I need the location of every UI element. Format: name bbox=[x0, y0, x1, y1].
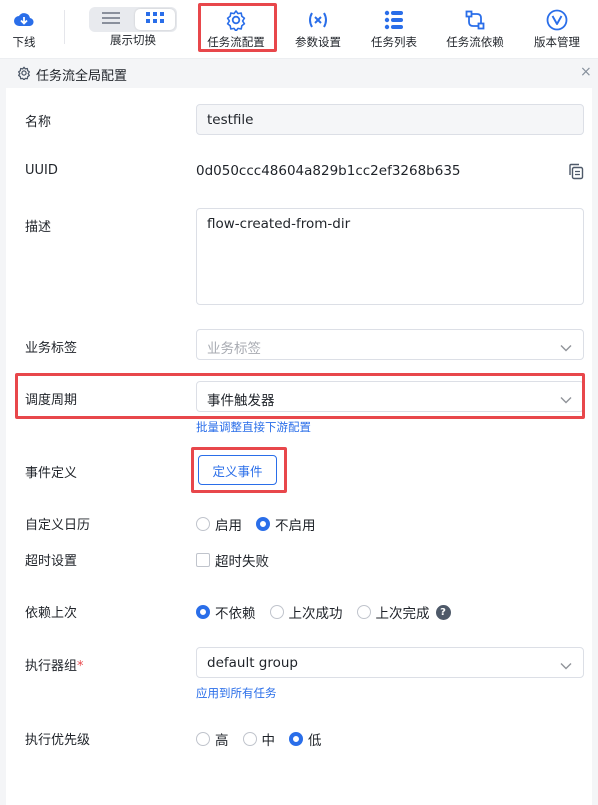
calendar-disable-radio[interactable] bbox=[256, 517, 270, 531]
variable-icon bbox=[305, 7, 331, 33]
grid-view-icon bbox=[146, 11, 164, 28]
tags-label: 业务标签 bbox=[25, 341, 78, 356]
param-settings-button[interactable]: 参数设置 bbox=[290, 0, 346, 52]
depend-last-radio-group: 不依赖 上次成功 上次完成 ? bbox=[196, 602, 451, 622]
calendar-enable-radio[interactable] bbox=[196, 517, 210, 531]
download-label: 下线 bbox=[12, 35, 36, 49]
task-list-label: 任务列表 bbox=[371, 35, 417, 49]
right-border bbox=[592, 88, 598, 805]
download-icon bbox=[11, 7, 37, 33]
name-input[interactable]: testfile bbox=[196, 104, 584, 135]
list-view-button[interactable] bbox=[89, 7, 133, 32]
list-view-icon bbox=[101, 11, 121, 29]
view-switch-label: 展示切换 bbox=[110, 33, 156, 47]
last-success-label[interactable]: 上次成功 bbox=[289, 602, 343, 622]
apply-all-link[interactable]: 应用到所有任务 bbox=[196, 685, 277, 701]
panel-title: 任务流全局配置 bbox=[36, 69, 128, 84]
calendar-radio-group: 启用 不启用 bbox=[196, 514, 330, 534]
priority-radio-group: 高 中 低 bbox=[196, 729, 336, 749]
schedule-value: 事件触发器 bbox=[207, 393, 275, 409]
view-toggle bbox=[89, 7, 177, 32]
description-value: flow-created-from-dir bbox=[207, 216, 351, 232]
help-icon[interactable]: ? bbox=[435, 604, 451, 620]
tags-placeholder: 业务标签 bbox=[207, 341, 261, 357]
gear-icon bbox=[223, 7, 249, 33]
executor-select[interactable]: default group bbox=[196, 647, 584, 678]
flow-config-label: 任务流配置 bbox=[207, 35, 265, 49]
timeout-checkbox[interactable] bbox=[196, 553, 210, 567]
executor-label-text: 执行器组 bbox=[25, 659, 78, 674]
calendar-label: 自定义日历 bbox=[25, 518, 91, 533]
priority-mid-label[interactable]: 中 bbox=[262, 729, 276, 749]
version-icon bbox=[544, 7, 570, 33]
timeout-checkbox-label[interactable]: 超时失败 bbox=[215, 550, 269, 570]
flow-deps-button[interactable]: 任务流依赖 bbox=[442, 0, 508, 52]
dependency-icon bbox=[462, 7, 488, 33]
priority-mid-radio[interactable] bbox=[242, 732, 257, 746]
panel-header: 任务流全局配置 × bbox=[0, 58, 598, 88]
last-complete-radio[interactable] bbox=[356, 605, 371, 619]
list-icon bbox=[381, 7, 407, 33]
flow-config-button[interactable]: 任务流配置 bbox=[200, 0, 272, 52]
close-icon[interactable]: × bbox=[580, 64, 592, 80]
chevron-down-icon bbox=[560, 659, 572, 674]
priority-low-label[interactable]: 低 bbox=[308, 729, 322, 749]
chevron-down-icon bbox=[560, 341, 572, 356]
toolbar: 下线 展示切换 任务流配置 参数设置 任务列表 任务流依赖 版本管理 bbox=[0, 0, 598, 52]
flow-deps-label: 任务流依赖 bbox=[446, 35, 504, 49]
calendar-enable-label[interactable]: 启用 bbox=[215, 514, 242, 534]
executor-value: default group bbox=[207, 655, 298, 671]
name-label: 名称 bbox=[25, 115, 52, 130]
schedule-select[interactable]: 事件触发器 bbox=[196, 381, 584, 412]
grid-view-button[interactable] bbox=[135, 9, 175, 30]
no-depend-label[interactable]: 不依赖 bbox=[215, 602, 256, 622]
chevron-down-icon bbox=[560, 393, 572, 408]
priority-high-radio[interactable] bbox=[196, 732, 210, 746]
left-border bbox=[0, 88, 6, 805]
version-mgmt-label: 版本管理 bbox=[534, 35, 580, 49]
schedule-label: 调度周期 bbox=[25, 393, 78, 408]
copy-icon[interactable] bbox=[568, 163, 584, 184]
description-label: 描述 bbox=[25, 220, 52, 235]
priority-high-label[interactable]: 高 bbox=[215, 729, 229, 749]
download-button[interactable]: 下线 bbox=[4, 0, 44, 52]
calendar-disable-label[interactable]: 不启用 bbox=[275, 514, 316, 534]
last-success-radio[interactable] bbox=[269, 605, 284, 619]
uuid-label: UUID bbox=[25, 163, 58, 178]
timeout-checkbox-group: 超时失败 bbox=[196, 550, 283, 570]
gear-icon bbox=[17, 66, 31, 84]
uuid-value: 0d050ccc48604a829b1cc2ef3268b635 bbox=[196, 163, 461, 179]
tags-select[interactable]: 业务标签 bbox=[196, 329, 584, 360]
toolbar-divider bbox=[64, 10, 65, 44]
timeout-label: 超时设置 bbox=[25, 554, 78, 569]
required-mark: * bbox=[77, 659, 84, 674]
last-complete-label[interactable]: 上次完成 bbox=[376, 602, 430, 622]
event-label: 事件定义 bbox=[25, 466, 78, 481]
description-textarea[interactable]: flow-created-from-dir bbox=[196, 208, 584, 305]
depend-last-label: 依赖上次 bbox=[25, 606, 78, 621]
name-value: testfile bbox=[207, 112, 254, 128]
executor-label: 执行器组* bbox=[25, 655, 84, 674]
define-event-button[interactable]: 定义事件 bbox=[198, 455, 277, 485]
task-list-button[interactable]: 任务列表 bbox=[366, 0, 422, 52]
version-mgmt-button[interactable]: 版本管理 bbox=[528, 0, 586, 52]
no-depend-radio[interactable] bbox=[196, 605, 210, 619]
param-settings-label: 参数设置 bbox=[295, 35, 341, 49]
batch-adjust-link[interactable]: 批量调整直接下游配置 bbox=[196, 419, 311, 435]
priority-low-radio[interactable] bbox=[289, 732, 303, 746]
priority-label: 执行优先级 bbox=[25, 733, 91, 748]
